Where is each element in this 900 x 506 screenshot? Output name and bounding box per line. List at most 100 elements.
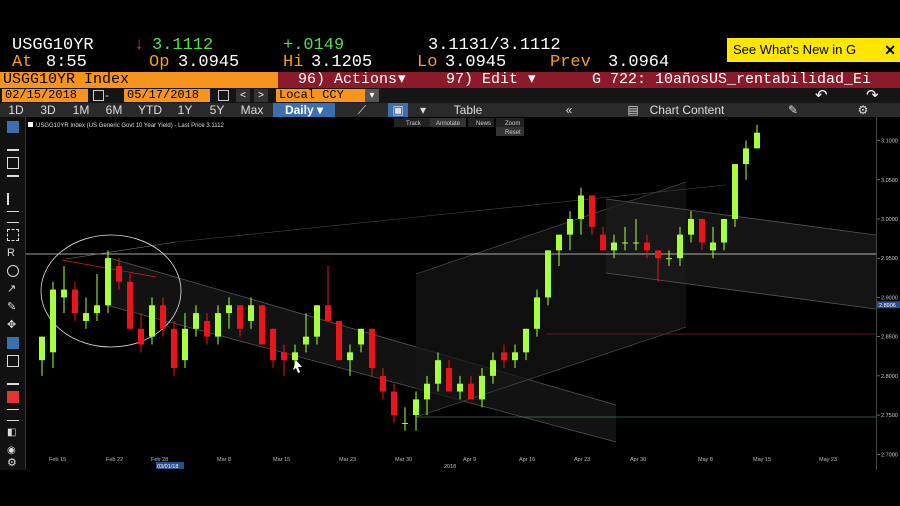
- candle-up: [347, 352, 353, 361]
- actions-dropdown-icon[interactable]: ▾: [398, 72, 406, 88]
- whats-new-banner[interactable]: See What's New in G ✕: [727, 38, 900, 62]
- close-icon[interactable]: ✕: [884, 38, 896, 62]
- candle-down: [237, 305, 243, 329]
- table-button[interactable]: Table: [446, 103, 490, 117]
- x-tick-label: Apr 23: [574, 457, 590, 463]
- down-arrow-icon: ↓: [134, 36, 145, 55]
- period-6m[interactable]: 6M: [102, 103, 126, 117]
- chart-legend: USGG10YR Index (US Generic Govt 10 Year …: [36, 123, 225, 129]
- candle-up: [248, 305, 254, 321]
- y-tick-label: 3.0000: [881, 217, 898, 223]
- track-label: Track: [406, 121, 422, 127]
- chevron-down-icon[interactable]: ▾: [416, 103, 430, 117]
- fibonacci-icon[interactable]: [7, 211, 19, 223]
- color-swatch-icon[interactable]: [7, 391, 19, 403]
- candle-up: [50, 289, 56, 353]
- vertical-line-icon[interactable]: [7, 193, 19, 205]
- line-chart-icon[interactable]: ⟋: [352, 103, 372, 117]
- period-bar: 1D 3D 1M 6M YTD 1Y 5Y Max Daily ▾ ⟋ ▣ ▾ …: [0, 103, 900, 117]
- actions-menu[interactable]: 96) Actions: [298, 72, 397, 88]
- function-bar: USGG10YR Index 96) Actions ▾ 97) Edit ▾ …: [0, 72, 900, 88]
- period-max[interactable]: Max: [238, 103, 266, 117]
- edit-dropdown-icon[interactable]: ▾: [528, 72, 536, 88]
- candle-up: [743, 148, 749, 165]
- settings-icon[interactable]: ⚙: [7, 457, 19, 469]
- calendar-icon[interactable]: [218, 90, 229, 101]
- calendar-icon[interactable]: [93, 90, 104, 101]
- brush-tool-icon[interactable]: ✎: [7, 301, 19, 313]
- next-period-button[interactable]: >: [254, 89, 268, 102]
- candle-up: [94, 305, 100, 314]
- last-price-tag-label: 2.8906: [879, 303, 896, 309]
- candle-up: [226, 305, 232, 314]
- whats-new-label: See What's New in G: [733, 42, 857, 57]
- hi-label: Hi: [283, 53, 304, 72]
- candle-up: [61, 289, 67, 298]
- lock-icon[interactable]: ◉: [7, 445, 19, 457]
- price-chart[interactable]: Track Annotate News Zoom Reset USGG10YR …: [26, 117, 876, 470]
- candle-down: [369, 328, 375, 369]
- candle-up: [732, 164, 738, 219]
- redo-icon[interactable]: ↷: [866, 88, 879, 103]
- drawing-toolbar: R ↗ ✎ ✥ ◧ ◉ ⚙: [0, 117, 26, 470]
- line-width-icon[interactable]: [7, 373, 19, 385]
- candle-down: [391, 391, 397, 416]
- period-1y[interactable]: 1Y: [174, 103, 196, 117]
- chevron-down-icon[interactable]: ▾: [365, 89, 379, 102]
- y-tick-label: 2.8500: [881, 335, 898, 341]
- prev-period-button[interactable]: <: [236, 89, 250, 102]
- select-tool-icon[interactable]: [7, 337, 19, 349]
- edit-icon[interactable]: ✎: [786, 103, 800, 117]
- chart-content-icon[interactable]: ▤: [626, 103, 640, 117]
- candle-up: [622, 242, 628, 244]
- candle-down: [204, 320, 210, 337]
- frequency-select[interactable]: Daily ▾: [273, 103, 335, 117]
- security-field[interactable]: USGG10YR Index: [0, 72, 278, 88]
- reset-label: Reset: [505, 130, 521, 136]
- candle-up: [545, 250, 551, 298]
- collapse-button[interactable]: «: [560, 103, 578, 117]
- text-tool-icon[interactable]: R: [7, 247, 19, 259]
- period-3d[interactable]: 3D: [37, 103, 59, 117]
- ray-tool-icon[interactable]: [7, 175, 19, 187]
- candle-up: [105, 258, 111, 306]
- x-tick-label: Feb 22: [106, 457, 123, 463]
- x-tick-label: Mar 30: [395, 457, 412, 463]
- period-1d[interactable]: 1D: [6, 103, 26, 117]
- open-value: 3.0945: [178, 53, 240, 72]
- move-tool-icon[interactable]: ✥: [7, 319, 19, 331]
- candle-down: [259, 305, 265, 345]
- candle-up: [193, 313, 199, 329]
- candle-up: [688, 218, 694, 235]
- candle-up: [215, 313, 221, 337]
- chart-style-icon[interactable]: ▣: [388, 103, 408, 117]
- start-date-input[interactable]: 02/15/2018: [2, 89, 88, 102]
- candle-down: [160, 305, 166, 329]
- pointer-icon[interactable]: [7, 121, 19, 133]
- edit-menu[interactable]: 97) Edit: [446, 72, 518, 88]
- y-tick-label: 2.9000: [881, 295, 898, 301]
- gear-icon[interactable]: ⚙: [856, 103, 870, 117]
- line-style-icon[interactable]: [7, 409, 19, 421]
- chart-content-button[interactable]: Chart Content: [640, 103, 734, 117]
- y-tick-label: 2.9500: [881, 256, 898, 262]
- candle-up: [490, 360, 496, 376]
- candle-down: [468, 383, 474, 400]
- undo-icon[interactable]: ↶: [815, 88, 828, 103]
- arrow-tool-icon[interactable]: ↗: [7, 283, 19, 295]
- channel-tool-icon[interactable]: [7, 157, 19, 169]
- ellipse-tool-icon[interactable]: [7, 265, 19, 277]
- rectangle-tool-icon[interactable]: [7, 229, 19, 241]
- line-tool-icon[interactable]: [7, 139, 19, 151]
- x-tick-label: Mar 15: [273, 457, 290, 463]
- period-5y[interactable]: 5Y: [206, 103, 228, 117]
- period-1m[interactable]: 1M: [70, 103, 92, 117]
- date-bar: 02/15/2018 - 05/17/2018 < > Local CCY ▾: [0, 88, 900, 103]
- end-date-input[interactable]: 05/17/2018: [124, 89, 210, 102]
- currency-select[interactable]: Local CCY: [276, 89, 366, 102]
- delete-tool-icon[interactable]: [7, 355, 19, 367]
- candle-down: [699, 218, 705, 243]
- magnet-icon[interactable]: ◧: [7, 427, 19, 439]
- period-ytd[interactable]: YTD: [136, 103, 164, 117]
- candle-up: [633, 242, 639, 244]
